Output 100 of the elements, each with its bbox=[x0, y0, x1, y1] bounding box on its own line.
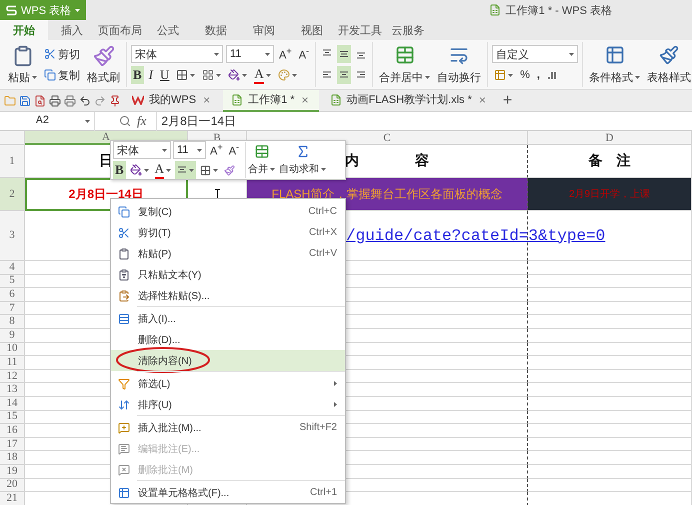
row-header[interactable]: 17 bbox=[0, 438, 25, 452]
grid-icon bbox=[176, 69, 188, 81]
row-header[interactable]: 4 bbox=[0, 261, 25, 275]
spreadsheet-icon bbox=[488, 4, 501, 16]
close-tab-button[interactable]: × bbox=[201, 92, 212, 106]
shrink-font-button[interactable]: A$^{-}$ bbox=[296, 45, 312, 63]
format-painter-button[interactable]: 格式刷 bbox=[85, 42, 122, 86]
row-header[interactable]: 6 bbox=[0, 288, 25, 302]
menu-tab[interactable]: 公式 bbox=[144, 20, 192, 40]
menu-item[interactable]: 删除(D)... bbox=[111, 329, 345, 350]
caret-icon bbox=[635, 76, 640, 78]
caret-icon bbox=[216, 74, 222, 76]
percent-button[interactable]: % bbox=[518, 66, 532, 84]
caret-icon bbox=[266, 74, 271, 76]
font-size-select[interactable]: 11 bbox=[173, 141, 206, 159]
caret-icon bbox=[190, 74, 196, 76]
align-icon bbox=[322, 70, 332, 80]
menu-tab[interactable]: 数据 bbox=[192, 20, 240, 40]
row-header[interactable]: 19 bbox=[0, 464, 25, 478]
menu-item[interactable]: 筛选(L) bbox=[111, 371, 345, 394]
comment-add-icon bbox=[118, 422, 130, 434]
wrap-text-button[interactable]: 自动换行 bbox=[435, 42, 484, 86]
row-header[interactable]: 9 bbox=[0, 328, 25, 343]
document-tab[interactable]: 工作簿1 * × bbox=[223, 90, 319, 112]
caret-icon bbox=[242, 74, 248, 76]
italic-button[interactable]: I bbox=[146, 66, 156, 84]
row-header[interactable]: 21 bbox=[0, 492, 25, 505]
copy-button[interactable]: 复制 bbox=[42, 66, 82, 84]
font-select[interactable]: 宋体 bbox=[113, 141, 171, 159]
row-header[interactable]: 12 bbox=[0, 370, 25, 384]
row-header[interactable]: 8 bbox=[0, 315, 25, 329]
align-button[interactable] bbox=[175, 161, 196, 179]
autosum-button[interactable]: 自动求和 bbox=[277, 142, 328, 178]
row-header[interactable]: 20 bbox=[0, 478, 25, 492]
menu-tab[interactable]: 插入 bbox=[48, 20, 96, 40]
underline-button[interactable]: U bbox=[158, 66, 172, 84]
menu-tab[interactable]: 页面布局 bbox=[96, 20, 144, 40]
bold-button[interactable]: B bbox=[113, 161, 126, 179]
conditional-format-button[interactable]: 条件格式 bbox=[587, 42, 642, 86]
thousands-button[interactable]: , bbox=[534, 66, 542, 84]
font-color-button[interactable]: A bbox=[152, 161, 174, 179]
wps-logo-icon bbox=[6, 4, 17, 16]
function-label[interactable]: fx bbox=[137, 113, 146, 129]
paste-button[interactable]: 粘贴 bbox=[6, 42, 39, 86]
font-size-select[interactable]: 11 bbox=[226, 45, 274, 63]
align-button[interactable] bbox=[337, 66, 352, 84]
menu-item[interactable]: 插入(I)... bbox=[111, 306, 345, 329]
document-tab[interactable]: 动画FLASH教学计划.xls * × bbox=[322, 90, 496, 112]
menu-tab[interactable]: 审阅 bbox=[240, 20, 288, 40]
menu-tab[interactable]: 视图 bbox=[288, 20, 336, 40]
row-header[interactable]: 13 bbox=[0, 383, 25, 397]
align-icon bbox=[177, 165, 188, 175]
search-icon bbox=[119, 115, 131, 127]
row-header[interactable]: 16 bbox=[0, 424, 25, 438]
menu-item[interactable]: 排序(U) bbox=[111, 394, 345, 415]
clipboard-icon bbox=[118, 290, 130, 302]
close-tab-button[interactable]: × bbox=[300, 92, 311, 106]
number-format-select[interactable]: 自定义 bbox=[492, 45, 578, 63]
close-tab-button[interactable]: × bbox=[476, 92, 488, 106]
menu-item[interactable]: 选择性粘贴(S)... bbox=[111, 285, 345, 306]
row-header[interactable]: 5 bbox=[0, 274, 25, 288]
menu-item[interactable]: 清除内容(N) bbox=[111, 350, 345, 371]
menu-tab[interactable]: 开发工具 bbox=[336, 20, 384, 40]
document-tab[interactable]: 我的WPS × bbox=[124, 90, 220, 112]
font-select[interactable]: 宋体 bbox=[131, 45, 223, 63]
row-header[interactable]: 2 bbox=[0, 178, 25, 211]
merge-center-button[interactable]: 合并居中 bbox=[377, 42, 432, 86]
align-button[interactable] bbox=[337, 45, 352, 63]
new-tab-button[interactable]: + bbox=[498, 92, 516, 110]
row-header[interactable]: 1 bbox=[0, 145, 25, 178]
row-header[interactable]: 3 bbox=[0, 211, 25, 261]
row-header[interactable]: 10 bbox=[0, 342, 25, 356]
row-header[interactable]: 18 bbox=[0, 451, 25, 465]
caret-icon bbox=[162, 148, 167, 152]
undo-icon bbox=[79, 94, 91, 106]
menu-item[interactable]: 插入批注(M)... Shift+F2 bbox=[111, 415, 345, 438]
merge-button[interactable]: 合并 bbox=[245, 142, 278, 178]
spreadsheet-icon bbox=[231, 94, 244, 106]
cut-button[interactable]: 剪切 bbox=[42, 45, 82, 63]
printer-icon bbox=[49, 94, 61, 106]
menu-item[interactable]: 只粘贴文本(Y) bbox=[111, 264, 345, 285]
row-header[interactable]: 14 bbox=[0, 396, 25, 411]
row-header[interactable]: 11 bbox=[0, 356, 25, 370]
table-style-button[interactable]: 表格样式 bbox=[645, 42, 692, 86]
menu-item-label: 编辑批注(E)... bbox=[138, 442, 200, 456]
submenu-arrow-icon bbox=[334, 402, 337, 407]
menu-item-label: 插入批注(M)... bbox=[138, 422, 202, 434]
clipboard-icon bbox=[118, 248, 130, 260]
row-header[interactable]: 7 bbox=[0, 302, 25, 316]
grow-font-button[interactable]: A$^{+}$ bbox=[277, 45, 294, 63]
menu-item-label: 只粘贴文本(Y) bbox=[138, 268, 202, 282]
menu-tab[interactable]: 开始 bbox=[0, 20, 48, 40]
column-header[interactable]: D bbox=[528, 131, 692, 145]
menu-tab[interactable]: 云服务 bbox=[384, 20, 432, 40]
row-header[interactable]: 15 bbox=[0, 410, 25, 424]
align-icon bbox=[339, 49, 350, 59]
bold-button[interactable]: B bbox=[131, 66, 144, 84]
menu-item-label: 剪切(T) bbox=[138, 226, 171, 240]
menu-item[interactable]: 设置单元格格式(F)... Ctrl+1 bbox=[111, 480, 345, 503]
font-color-button[interactable]: A bbox=[252, 66, 273, 84]
